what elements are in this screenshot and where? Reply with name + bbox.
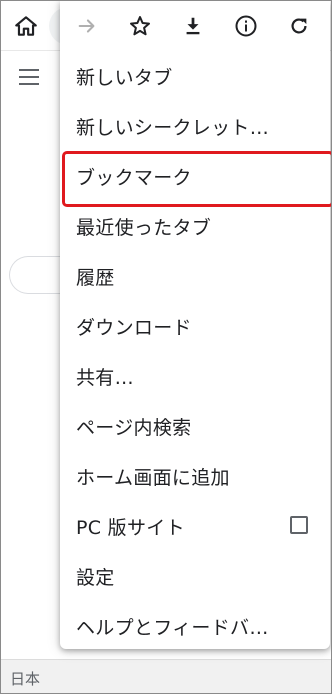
- desktop-site-checkbox[interactable]: [290, 516, 308, 534]
- menu-item-downloads[interactable]: ダウンロード: [60, 301, 330, 351]
- menu-item-desktop-site[interactable]: PC 版サイト: [60, 501, 330, 551]
- download-icon[interactable]: [180, 13, 206, 39]
- hamburger-menu-icon[interactable]: [19, 69, 41, 85]
- menu-item-label: 最近使ったタブ: [76, 216, 212, 239]
- info-icon[interactable]: [233, 13, 259, 39]
- menu-item-label: 新しいタブ: [76, 66, 173, 89]
- menu-item-label: ヘルプとフィードバ…: [76, 616, 269, 639]
- forward-icon[interactable]: [74, 13, 100, 39]
- menu-item-add-to-home-screen[interactable]: ホーム画面に追加: [60, 451, 330, 501]
- footer-region-label: 日本: [10, 670, 41, 688]
- menu-item-find-in-page[interactable]: ページ内検索: [60, 401, 330, 451]
- menu-item-label: 設定: [76, 566, 115, 589]
- menu-item-new-incognito-tab[interactable]: 新しいシークレット…: [60, 101, 330, 151]
- page-footer: 日本: [1, 659, 331, 693]
- menu-item-new-tab[interactable]: 新しいタブ: [60, 51, 330, 101]
- menu-item-label: PC 版サイト: [76, 516, 185, 539]
- menu-item-bookmarks[interactable]: ブックマーク: [60, 151, 331, 207]
- menu-item-label: ページ内検索: [76, 416, 192, 439]
- menu-item-share[interactable]: 共有…: [60, 351, 330, 401]
- menu-item-list: 新しいタブ 新しいシークレット… ブックマーク 最近使ったタブ 履歴 ダウンロー…: [60, 51, 331, 651]
- menu-item-label: 新しいシークレット…: [76, 116, 270, 139]
- menu-icon-row: [60, 1, 330, 51]
- menu-item-history[interactable]: 履歴: [60, 251, 330, 301]
- menu-item-label: 共有…: [76, 366, 134, 389]
- menu-item-label: ダウンロード: [76, 316, 192, 339]
- menu-item-label: 履歴: [76, 266, 115, 289]
- menu-item-settings[interactable]: 設定: [60, 551, 330, 601]
- home-icon[interactable]: [13, 13, 39, 39]
- browser-window: 日本 新しいタブ 新しいシークレット… ブックマーク 最近使ったタブ 履歴 ダウ…: [0, 0, 332, 694]
- menu-item-help-feedback[interactable]: ヘルプとフィードバ…: [60, 601, 330, 651]
- menu-item-recent-tabs[interactable]: 最近使ったタブ: [60, 201, 330, 251]
- reload-icon[interactable]: [286, 13, 312, 39]
- overflow-menu: 新しいタブ 新しいシークレット… ブックマーク 最近使ったタブ 履歴 ダウンロー…: [60, 1, 331, 651]
- menu-item-label: ブックマーク: [76, 166, 192, 189]
- menu-item-label: ホーム画面に追加: [76, 466, 230, 489]
- star-icon[interactable]: [127, 13, 153, 39]
